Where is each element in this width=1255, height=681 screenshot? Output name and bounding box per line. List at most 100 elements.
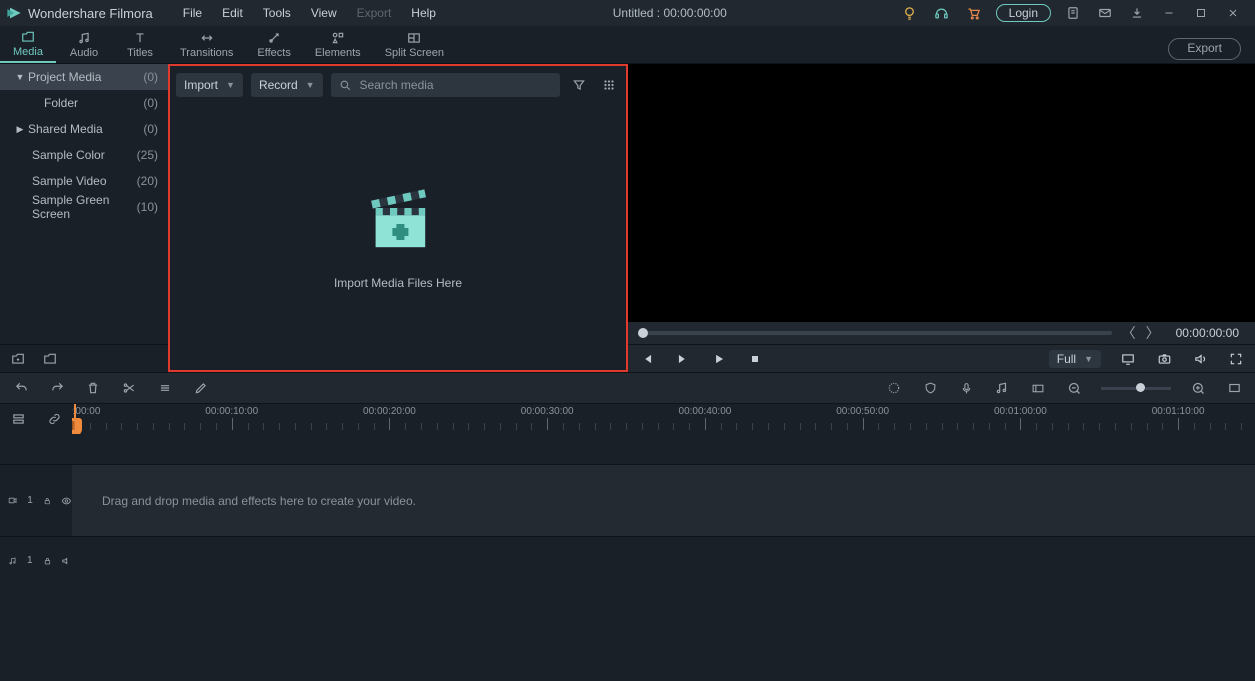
split-button[interactable] — [120, 379, 138, 397]
menu-help[interactable]: Help — [401, 6, 446, 20]
cart-icon[interactable] — [958, 0, 990, 26]
sidebar-item-sample-video[interactable]: Sample Video (20) — [0, 168, 168, 194]
snapshot-icon[interactable] — [1155, 350, 1173, 368]
menu-view[interactable]: View — [301, 6, 347, 20]
audio-track-head[interactable]: 1 — [0, 537, 72, 584]
preview-timecode: 00:00:00:00 — [1170, 326, 1245, 340]
preview-scrub-track[interactable] — [638, 331, 1112, 335]
marker-icon[interactable] — [885, 379, 903, 397]
document-title: Untitled : 00:00:00:00 — [613, 6, 727, 20]
grid-view-icon[interactable] — [598, 74, 620, 96]
redo-button[interactable] — [48, 379, 66, 397]
tab-split-screen[interactable]: Split Screen — [373, 26, 456, 63]
mute-icon[interactable] — [61, 555, 72, 567]
stop-button[interactable] — [746, 350, 764, 368]
link-icon[interactable] — [47, 412, 62, 426]
edit-button[interactable] — [192, 379, 210, 397]
preview-canvas — [628, 64, 1255, 322]
ruler-label: 00:00:50:00 — [836, 406, 889, 417]
crop-button[interactable] — [156, 379, 174, 397]
step-back-button[interactable] — [638, 350, 656, 368]
tab-transitions-label: Transitions — [180, 47, 233, 59]
chevron-down-icon: ▼ — [306, 80, 315, 90]
sidebar-item-sample-green[interactable]: Sample Green Screen (10) — [0, 194, 168, 220]
fullscreen-icon[interactable] — [1227, 350, 1245, 368]
dropzone-label: Import Media Files Here — [334, 276, 462, 290]
search-media-input[interactable] — [331, 73, 560, 97]
window-maximize-icon[interactable] — [1185, 0, 1217, 26]
tab-titles[interactable]: Titles — [112, 26, 168, 63]
manage-tracks-icon[interactable] — [11, 412, 26, 426]
prev-marker-button[interactable]: 〈 — [1122, 323, 1136, 343]
tab-effects[interactable]: Effects — [245, 26, 302, 63]
volume-icon[interactable] — [1191, 350, 1209, 368]
ruler-label: 00:00:00:00 — [72, 406, 100, 417]
zoom-in-icon[interactable] — [1189, 379, 1207, 397]
tab-media-label: Media — [13, 46, 43, 58]
filter-icon[interactable] — [568, 74, 590, 96]
audio-track-number: 1 — [27, 555, 33, 566]
menu-tools[interactable]: Tools — [253, 6, 301, 20]
shield-icon[interactable] — [921, 379, 939, 397]
aspect-ratio-icon[interactable] — [1029, 379, 1047, 397]
zoom-slider[interactable] — [1101, 387, 1171, 390]
open-folder-icon[interactable] — [42, 352, 58, 366]
timeline-ruler[interactable]: 00:00:00:0000:00:10:0000:00:20:0000:00:3… — [72, 404, 1255, 434]
video-track-body[interactable]: Drag and drop media and effects here to … — [72, 465, 1255, 536]
tab-transitions[interactable]: Transitions — [168, 26, 245, 63]
menu-edit[interactable]: Edit — [212, 6, 253, 20]
export-button[interactable]: Export — [1168, 38, 1241, 60]
ruler-label: 00:01:10:00 — [1152, 406, 1205, 417]
tips-icon[interactable] — [894, 0, 926, 26]
tab-elements[interactable]: Elements — [303, 26, 373, 63]
video-track-number: 1 — [27, 495, 33, 506]
ruler-label: 00:00:10:00 — [205, 406, 258, 417]
new-folder-icon[interactable] — [10, 352, 26, 366]
tab-audio[interactable]: Audio — [56, 26, 112, 63]
media-dropzone[interactable]: Import Media Files Here — [176, 102, 620, 372]
sidebar-item-sample-color[interactable]: Sample Color (25) — [0, 142, 168, 168]
step-forward-button[interactable] — [674, 350, 692, 368]
caret-right-icon: ▶ — [14, 124, 26, 135]
eye-icon[interactable] — [61, 496, 72, 506]
preview-quality-dropdown[interactable]: Full▼ — [1049, 350, 1101, 368]
zoom-out-icon[interactable] — [1065, 379, 1083, 397]
sidebar-item-shared-media[interactable]: ▶ Shared Media (0) — [0, 116, 168, 142]
video-track-head[interactable]: 1 — [0, 465, 72, 536]
notes-icon[interactable] — [1057, 0, 1089, 26]
window-minimize-icon[interactable] — [1153, 0, 1185, 26]
mail-icon[interactable] — [1089, 0, 1121, 26]
chevron-down-icon: ▼ — [1084, 354, 1093, 364]
zoom-slider-handle[interactable] — [1136, 383, 1145, 392]
download-icon[interactable] — [1121, 0, 1153, 26]
lock-icon[interactable] — [43, 555, 52, 567]
login-button[interactable]: Login — [996, 4, 1051, 22]
tab-media[interactable]: Media — [0, 26, 56, 63]
ruler-label: 00:00:20:00 — [363, 406, 416, 417]
window-close-icon[interactable] — [1217, 0, 1249, 26]
tab-split-label: Split Screen — [385, 47, 444, 59]
clapperboard-icon — [358, 184, 438, 256]
audio-mixer-icon[interactable] — [993, 379, 1011, 397]
sidebar-item-folder[interactable]: Folder (0) — [0, 90, 168, 116]
delete-button[interactable] — [84, 379, 102, 397]
play-button[interactable] — [710, 350, 728, 368]
display-settings-icon[interactable] — [1119, 350, 1137, 368]
tab-effects-label: Effects — [257, 47, 290, 59]
timeline-hint: Drag and drop media and effects here to … — [102, 494, 416, 508]
voiceover-icon[interactable] — [957, 379, 975, 397]
playhead[interactable] — [74, 404, 76, 434]
audio-track-body[interactable] — [72, 537, 1255, 584]
tab-elements-label: Elements — [315, 47, 361, 59]
lock-icon[interactable] — [43, 495, 51, 507]
menu-file[interactable]: File — [173, 6, 212, 20]
next-marker-button[interactable]: 〉 — [1146, 323, 1160, 343]
sidebar-item-project-media[interactable]: ▼ Project Media (0) — [0, 64, 168, 90]
search-media-field[interactable] — [360, 78, 552, 92]
scrub-handle[interactable] — [638, 328, 648, 338]
record-dropdown[interactable]: Record▼ — [251, 73, 323, 97]
support-icon[interactable] — [926, 0, 958, 26]
undo-button[interactable] — [12, 379, 30, 397]
zoom-fit-icon[interactable] — [1225, 379, 1243, 397]
import-dropdown[interactable]: Import▼ — [176, 73, 243, 97]
